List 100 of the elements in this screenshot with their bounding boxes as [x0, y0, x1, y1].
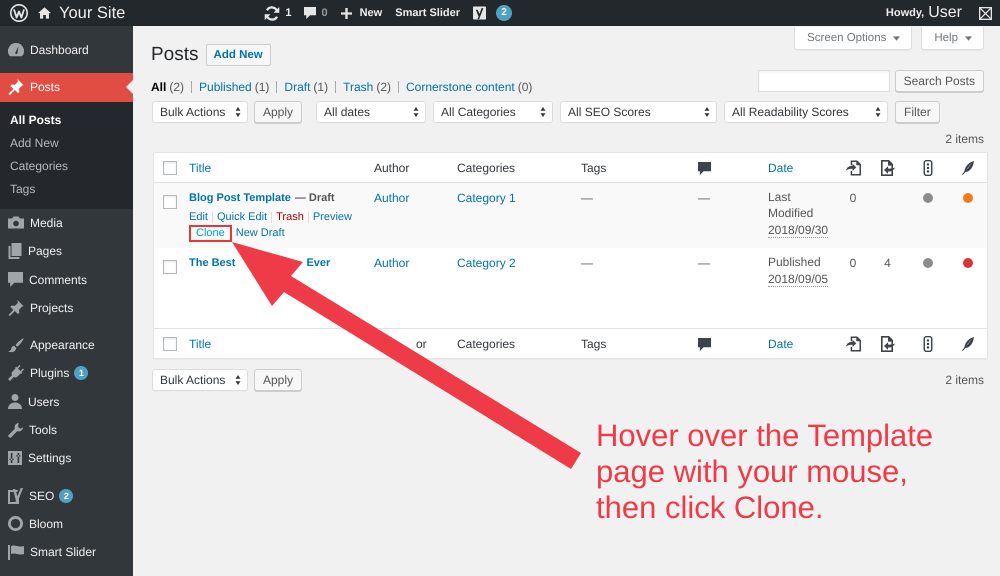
speech-bubble-icon: [8, 272, 23, 288]
apply-button[interactable]: Apply: [254, 369, 302, 391]
row-action-link[interactable]: New Draft: [236, 225, 285, 241]
help-button[interactable]: Help: [921, 27, 984, 50]
sidebar-menu-item[interactable]: Projects: [0, 294, 133, 322]
date-status-label: Last Modified: [768, 189, 814, 221]
submenu-item[interactable]: Tags: [0, 178, 133, 202]
view-filter-link[interactable]: All (2): [151, 78, 184, 96]
bulk-actions-select[interactable]: Bulk Actions: [152, 369, 248, 391]
sidebar-menu-item[interactable]: Bloom: [0, 510, 133, 538]
comment-icon: [698, 338, 711, 351]
row-checkbox[interactable]: [163, 194, 177, 209]
submenu-item[interactable]: All Posts: [0, 108, 133, 132]
bulk-actions-select[interactable]: Bulk Actions: [152, 101, 248, 123]
row-action-link[interactable]: Edit: [189, 209, 208, 225]
user-account-link[interactable]: Howdy, User: [886, 0, 992, 26]
post-title-link[interactable]: Blog Post Template: [189, 189, 291, 207]
submenu-item[interactable]: Categories: [0, 155, 133, 178]
column-header: Tags: [581, 336, 606, 350]
column-header-link[interactable]: Date: [768, 336, 794, 350]
view-filter-link[interactable]: Published (1): [199, 78, 270, 96]
ring-icon: [8, 516, 23, 532]
feather-icon: [962, 161, 974, 176]
view-filter-link[interactable]: Trash (2): [343, 78, 391, 96]
date-text: 2018/09/30: [768, 223, 828, 238]
post-title-link[interactable]: The Best: [189, 254, 236, 272]
sidebar-menu-item[interactable]: Comments: [0, 265, 133, 294]
home-icon: [38, 7, 51, 19]
comments-link[interactable]: 0: [304, 0, 328, 26]
column-header: Tags: [581, 160, 606, 174]
plug-icon: [8, 365, 24, 382]
date-status-label: Published: [768, 254, 822, 270]
select-arrows-icon: [875, 107, 882, 117]
count-badge: 2: [496, 5, 512, 21]
filter-select[interactable]: All SEO Scores: [560, 101, 718, 123]
apply-button[interactable]: Apply: [254, 101, 302, 123]
add-new-button[interactable]: Add New: [206, 44, 271, 66]
column-header-link[interactable]: Date: [768, 160, 794, 174]
filter-select[interactable]: All Readability Scores: [724, 101, 888, 123]
column-header-link[interactable]: Title: [189, 336, 212, 350]
documents-icon: [8, 243, 22, 260]
sidebar-menu-item[interactable]: Media: [0, 208, 133, 238]
caret-icon: [893, 36, 900, 40]
plugin-logo-icon: [473, 6, 486, 20]
select-arrows-icon: [235, 375, 241, 385]
sidebar-menu-item[interactable]: Posts: [0, 73, 133, 102]
count-badge: 2: [59, 488, 74, 503]
site-name-link[interactable]: Your Site: [38, 0, 126, 26]
comments-text: —: [698, 191, 710, 205]
select-all-checkbox[interactable]: [163, 337, 177, 352]
plugin-logo-icon: [8, 488, 23, 504]
sidebar-menu-item[interactable]: Appearance: [0, 330, 133, 360]
new-content-link[interactable]: New: [340, 0, 382, 26]
pin-icon: [8, 300, 24, 316]
filter-select[interactable]: All Categories: [433, 101, 554, 123]
link-count-text: 4: [884, 256, 891, 270]
sidebar-menu-item[interactable]: Smart Slider: [0, 538, 133, 566]
sidebar-menu-item[interactable]: Dashboard: [0, 36, 133, 64]
logo-icon[interactable]: [10, 4, 28, 22]
item-count-text: 2 items: [945, 372, 984, 389]
select-all-checkbox[interactable]: [163, 161, 177, 176]
column-header: Author: [374, 160, 410, 174]
sidebar-menu-item[interactable]: Users: [0, 388, 133, 416]
column-header-link[interactable]: Title: [189, 160, 212, 174]
select-arrows-icon: [704, 107, 710, 117]
author-link[interactable]: Author: [374, 256, 410, 270]
column-header: or: [416, 338, 427, 350]
comment-icon: [698, 162, 711, 175]
select-arrows-icon: [540, 107, 546, 117]
category-link[interactable]: Category 1: [457, 191, 516, 205]
author-link[interactable]: Author: [374, 191, 410, 205]
category-link[interactable]: Category 2: [457, 256, 516, 270]
row-action-link[interactable]: Quick Edit: [216, 209, 268, 225]
flag-icon: [8, 544, 24, 560]
row-action-link[interactable]: Preview: [312, 209, 352, 225]
post-title-link[interactable]: Ever: [306, 254, 330, 272]
sidebar-menu-item[interactable]: SEO 2: [0, 481, 133, 510]
row-checkbox[interactable]: [163, 260, 177, 274]
filter-button[interactable]: Filter: [895, 101, 940, 123]
triangle-pointer-icon: [126, 80, 133, 94]
sidebar-menu-item[interactable]: Settings: [0, 444, 133, 472]
document-arrow-icon: [880, 336, 894, 352]
gauge-icon: [8, 43, 24, 58]
select-arrows-icon: [413, 107, 420, 117]
search-posts-button[interactable]: Search Posts: [894, 70, 984, 92]
sidebar-menu-item[interactable]: Tools: [0, 416, 133, 444]
traffic-light-icon: [922, 160, 932, 176]
row-action-link[interactable]: Trash: [276, 209, 304, 225]
smart-slider-link[interactable]: Smart Slider: [395, 0, 460, 26]
view-filter-link[interactable]: Draft (1): [284, 78, 328, 96]
updates-link[interactable]: 1: [264, 0, 292, 26]
search-field[interactable]: [758, 70, 890, 92]
screen-options-button[interactable]: Screen Options: [794, 27, 912, 50]
document-arrow-icon: [846, 336, 860, 352]
submenu-item[interactable]: Add New: [0, 132, 133, 156]
sidebar-menu-item[interactable]: Plugins 1: [0, 359, 133, 388]
sidebar-menu-item[interactable]: Pages: [0, 237, 133, 266]
view-filter-link[interactable]: Cornerstone content (0): [406, 78, 532, 96]
filter-select[interactable]: All dates: [316, 101, 426, 123]
plus-icon: [340, 8, 352, 18]
